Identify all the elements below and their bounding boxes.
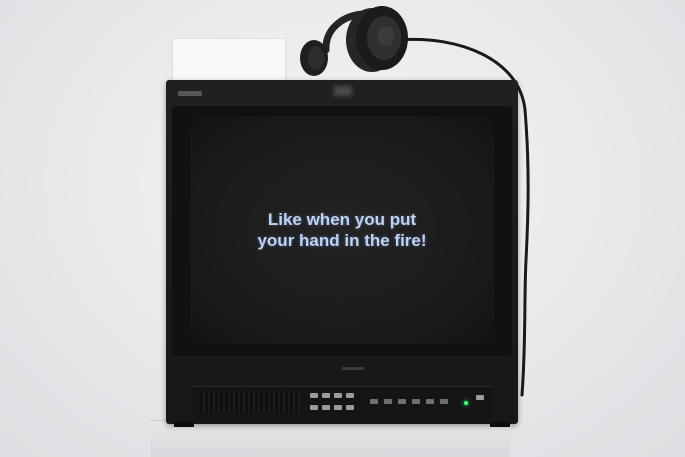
monitor-foot [490, 422, 510, 427]
screen-bezel: Like when you put your hand in the fire! [172, 106, 512, 356]
caption-line-1: Like when you put [267, 210, 417, 229]
caption-line-2: your hand in the fire! [257, 231, 427, 250]
panel-button[interactable] [334, 405, 342, 410]
panel-button[interactable] [322, 393, 330, 398]
power-led [464, 401, 468, 405]
panel-button[interactable] [322, 405, 330, 410]
power-button[interactable] [476, 395, 484, 400]
panel-button[interactable] [346, 393, 354, 398]
panel-button[interactable] [310, 405, 318, 410]
panel-button[interactable] [334, 393, 342, 398]
monitor-logo [178, 91, 202, 96]
panel-button[interactable] [398, 399, 406, 404]
panel-button[interactable] [426, 399, 434, 404]
speaker-vent [200, 391, 300, 413]
headphones-icon [300, 6, 408, 76]
panel-button[interactable] [370, 399, 378, 404]
panel-button[interactable] [346, 405, 354, 410]
monitor-brand-plate [334, 86, 352, 96]
panel-button[interactable] [440, 399, 448, 404]
crt-monitor: Like when you put your hand in the fire! [166, 80, 518, 427]
monitor-foot [174, 422, 194, 427]
control-panel [192, 386, 492, 419]
panel-button[interactable] [384, 399, 392, 404]
panel-button[interactable] [412, 399, 420, 404]
crt-screen: Like when you put your hand in the fire! [190, 116, 494, 344]
display-pedestal [150, 420, 510, 457]
model-badge [342, 367, 364, 370]
panel-button[interactable] [310, 393, 318, 398]
